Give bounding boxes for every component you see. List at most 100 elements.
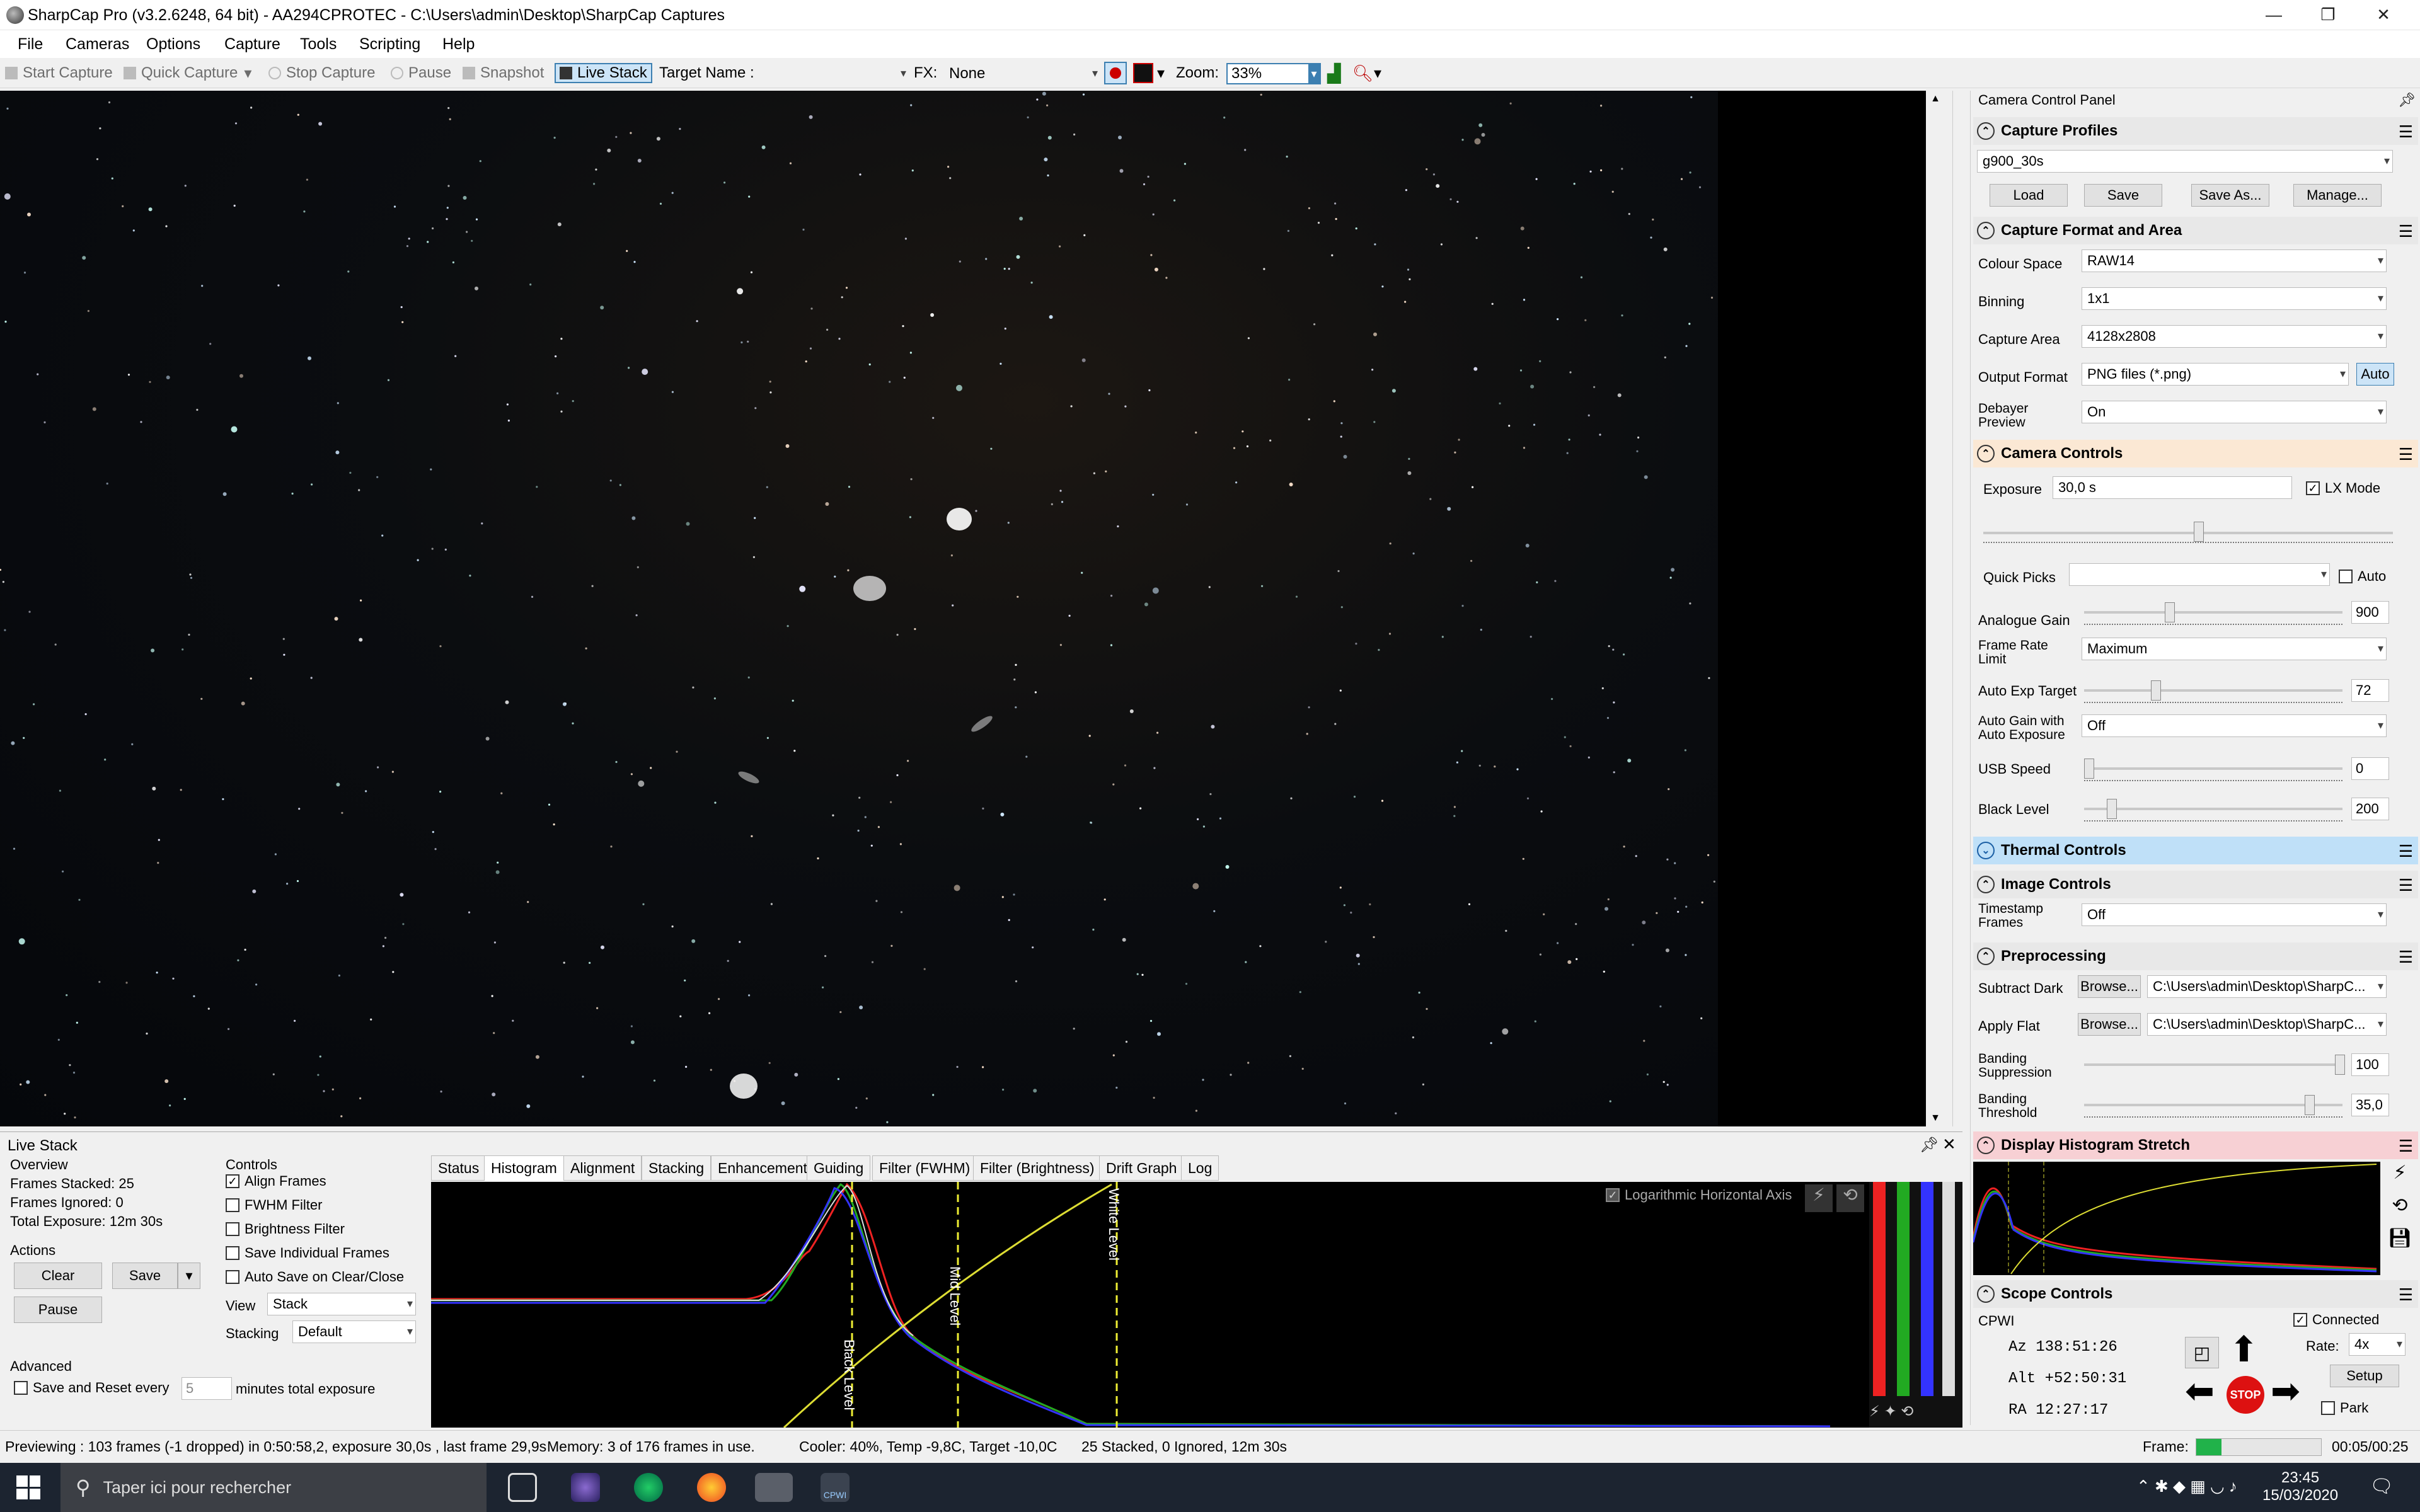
stellarium-icon[interactable] [571,1473,600,1502]
collapse-icon[interactable]: ⌃ [1977,445,1995,462]
hamburger-icon[interactable]: ☰ [2399,222,2413,241]
banding-suppression-value[interactable]: 100 [2351,1053,2389,1076]
browse-flat-button[interactable]: Browse... [2078,1013,2141,1036]
brightness-filter-checkbox[interactable]: Brightness Filter [226,1222,345,1236]
collapse-icon[interactable]: ⌃ [1977,222,1995,239]
collapse-icon[interactable]: ⌃ [1977,876,1995,893]
histogram-icon[interactable]: ▟ [1327,63,1341,83]
tab-log[interactable]: Log [1181,1155,1219,1181]
tab-filter-brightness[interactable]: Filter (Brightness) [973,1155,1102,1181]
load-profile-button[interactable]: Load [1990,184,2068,207]
menu-cameras[interactable]: Cameras [66,35,129,54]
auto-stretch-icon[interactable]: ⚡︎ [2383,1162,2417,1194]
banding-threshold-thumb[interactable] [2305,1095,2315,1115]
rate-select[interactable]: 4x ▾ [2349,1333,2406,1356]
snapshot-button[interactable]: Snapshot [463,63,544,83]
menu-options[interactable]: Options [146,35,200,54]
collapse-icon[interactable]: ⌃ [1977,1285,1995,1303]
reset-icon[interactable]: ⟲ [1836,1184,1864,1212]
scope-controls-header[interactable]: ⌃ Scope Controls ☰ [1973,1280,2418,1308]
auto-gain-select[interactable]: Off ▾ [2082,714,2387,737]
system-tray-icons[interactable]: ⌃ ✱ ◆ ▦ ◡ ♪ [2136,1477,2237,1496]
preprocessing-header[interactable]: ⌃ Preprocessing ☰ [1973,942,2418,970]
auto-exp-target-slider[interactable] [2084,689,2342,692]
thermal-controls-header[interactable]: ⌄ Thermal Controls ☰ [1973,837,2418,864]
flat-file-select[interactable]: C:\Users\admin\Desktop\SharpC... ▾ [2147,1013,2387,1036]
hamburger-icon[interactable]: ☰ [2399,876,2413,895]
auto-stretch-icon[interactable]: ⚡︎ [1805,1184,1833,1212]
auto-output-button[interactable]: Auto [2356,363,2394,386]
minutes-input[interactable]: 5 [182,1377,232,1400]
hamburger-icon[interactable]: ☰ [2399,122,2413,142]
slew-west-button[interactable]: ⬅ [2185,1373,2215,1409]
capture-format-header[interactable]: ⌃ Capture Format and Area ☰ [1973,217,2418,244]
blue-channel-slider[interactable] [1921,1182,1933,1396]
clear-button[interactable]: Clear [14,1263,102,1289]
windows-start-icon[interactable] [16,1475,40,1499]
tab-enhancement[interactable]: Enhancement [711,1155,814,1181]
taskbar-search-box[interactable]: ⚲ Taper ici pour rechercher [60,1463,487,1512]
pin-icon[interactable]: 📌︎ [1920,1136,1939,1154]
close-icon[interactable]: ✕ [1942,1135,1956,1154]
display-histogram-stretch-header[interactable]: ⌃ Display Histogram Stretch ☰ [1973,1131,2418,1159]
timestamp-select[interactable]: Off ▾ [2082,903,2387,926]
tab-guiding[interactable]: Guiding [807,1155,871,1181]
close-button[interactable]: ✕ [2347,0,2420,29]
tab-histogram[interactable]: Histogram [484,1155,564,1181]
collapse-icon[interactable]: ⌃ [1977,1137,1995,1154]
binning-select[interactable]: 1x1 ▾ [2082,287,2387,310]
usb-speed-value[interactable]: 0 [2351,757,2389,780]
pin-icon[interactable]: 📌︎ [2398,92,2416,108]
colour-space-select[interactable]: RAW14 ▾ [2082,249,2387,272]
vertical-scrollbar[interactable]: ▲ ▼ [1926,91,1945,1126]
manage-profiles-button[interactable]: Manage... [2293,184,2382,207]
debayer-select[interactable]: On ▾ [2082,401,2387,423]
log-axis-checkbox[interactable]: ✓ Logarithmic Horizontal Axis [1606,1187,1792,1203]
collapse-icon[interactable]: ⌃ [1977,948,1995,965]
tab-alignment[interactable]: Alignment [563,1155,642,1181]
fwhm-filter-checkbox[interactable]: FWHM Filter [226,1198,322,1212]
capture-profiles-header[interactable]: ⌃ Capture Profiles ☰ [1973,117,2418,145]
gain-slider-thumb[interactable] [2165,602,2175,622]
browse-dark-button[interactable]: Browse... [2078,975,2141,998]
tab-drift-graph[interactable]: Drift Graph [1099,1155,1184,1181]
pause-stack-button[interactable]: Pause [14,1297,102,1323]
clock[interactable]: 23:45 15/03/2020 [2262,1469,2338,1504]
live-stack-button[interactable]: Live Stack [555,63,652,83]
pause-button[interactable]: Pause [391,63,451,83]
task-view-icon[interactable] [508,1473,537,1502]
zoom-select[interactable]: 33% ▾ [1226,63,1321,84]
display-mode-button[interactable] [1104,62,1127,84]
sharpcap-icon[interactable] [755,1473,793,1502]
menu-capture[interactable]: Capture [224,35,280,54]
chevron-down-icon[interactable]: ▾ [1157,63,1165,83]
reset-icon[interactable]: ⟲ [2383,1194,2417,1227]
lx-mode-checkbox[interactable]: ✓ LX Mode [2306,481,2380,495]
menu-help[interactable]: Help [442,35,475,54]
notifications-icon[interactable]: 🗨︎ [2370,1475,2394,1498]
connected-checkbox[interactable]: ✓ Connected [2293,1313,2379,1327]
save-reset-checkbox[interactable]: Save and Reset every [14,1381,169,1395]
view-select[interactable]: Stack ▾ [267,1293,416,1315]
start-capture-button[interactable]: Start Capture [5,63,113,83]
menu-scripting[interactable]: Scripting [359,35,420,54]
auto-exp-target-thumb[interactable] [2151,680,2161,701]
zoom-tool-icon[interactable]: 🔍︎ [1352,63,1373,83]
overlay-button[interactable] [1133,63,1153,83]
auto-exposure-checkbox[interactable]: Auto [2339,570,2386,583]
cpwi-icon[interactable]: CPWI [821,1473,850,1502]
hamburger-icon[interactable]: ☰ [2399,1137,2413,1156]
quick-capture-button[interactable]: Quick Capture ▾ [124,63,251,83]
slew-north-button[interactable]: ⬆ [2229,1332,2259,1367]
image-controls-header[interactable]: ⌃ Image Controls ☰ [1973,871,2418,898]
red-channel-slider[interactable] [1873,1182,1886,1396]
tab-filter-fwhm[interactable]: Filter (FWHM) [872,1155,977,1181]
stretch-histogram[interactable] [1972,1162,2380,1275]
exposure-slider[interactable] [1983,532,2393,534]
slider-tool-icons[interactable]: ⚡︎ ✦ ⟲ [1869,1402,1962,1428]
output-format-select[interactable]: PNG files (*.png) ▾ [2082,363,2349,386]
hamburger-icon[interactable]: ☰ [2399,1285,2413,1305]
dark-file-select[interactable]: C:\Users\admin\Desktop\SharpC... ▾ [2147,975,2387,998]
slew-east-button[interactable]: ➡ [2271,1373,2300,1409]
app-icon-green[interactable] [634,1473,663,1502]
